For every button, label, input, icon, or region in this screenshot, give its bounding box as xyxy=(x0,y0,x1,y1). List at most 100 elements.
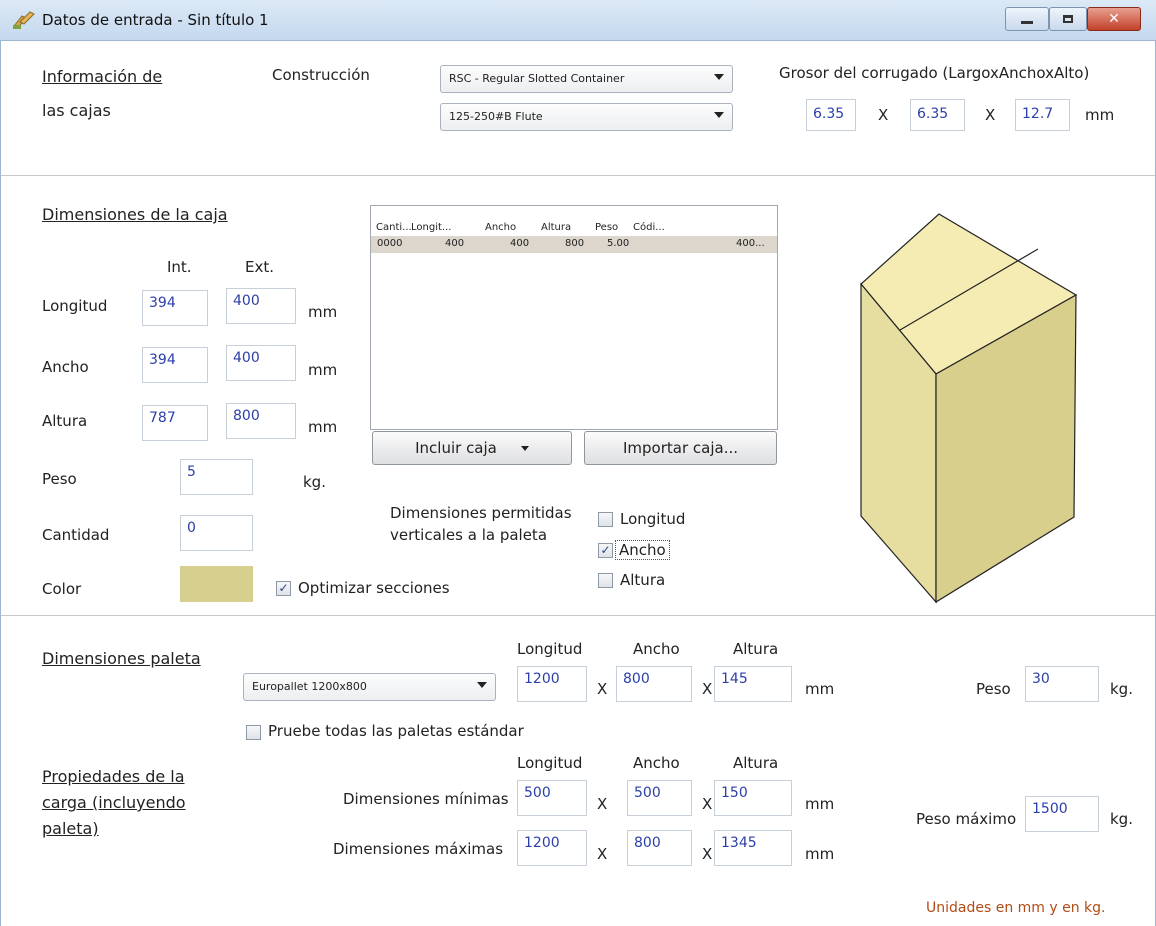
width-unit: mm xyxy=(308,361,338,379)
box-list-header: Canti... Longit... Ancho Altura Peso Cód… xyxy=(371,206,777,236)
max-length-input[interactable]: 1200 xyxy=(517,830,587,866)
col-header[interactable]: Ancho xyxy=(485,222,516,233)
thickness-width-input[interactable]: 6.35 xyxy=(910,99,965,131)
thickness-height-input[interactable]: 12.7 xyxy=(1015,99,1070,131)
cell: 400 xyxy=(445,238,465,249)
vertical-width-checkbox[interactable]: ✓ xyxy=(598,543,613,558)
chevron-down-icon xyxy=(520,445,529,451)
x-sep: X xyxy=(702,680,713,698)
length-int-input[interactable]: 394 xyxy=(142,290,208,326)
thickness-length-input[interactable]: 6.35 xyxy=(806,99,856,131)
maximize-button[interactable] xyxy=(1049,7,1087,31)
maximize-icon xyxy=(1063,15,1073,23)
x-sep: X xyxy=(985,106,996,124)
height-ext-input[interactable]: 800 xyxy=(226,403,296,439)
length-ext-input[interactable]: 400 xyxy=(226,288,296,324)
thickness-unit: mm xyxy=(1085,106,1115,124)
col-header[interactable]: Longit... xyxy=(411,222,451,233)
x-sep: X xyxy=(702,795,713,813)
minimize-icon xyxy=(1021,20,1033,24)
try-all-pallets-checkbox[interactable] xyxy=(246,725,261,740)
minimize-button[interactable] xyxy=(1005,7,1049,31)
x-sep: X xyxy=(702,845,713,863)
length-unit: mm xyxy=(308,303,338,321)
include-box-label: Incluir caja xyxy=(415,439,497,457)
load-heading-line1: Propiedades de la xyxy=(42,767,185,786)
close-button[interactable]: ✕ xyxy=(1087,7,1141,31)
box-heading: Dimensiones de la caja xyxy=(42,205,228,224)
x-sep: X xyxy=(597,795,608,813)
load-heading-line3: paleta) xyxy=(42,819,99,838)
include-box-button[interactable]: Incluir caja xyxy=(372,431,572,465)
cell: 5.00 xyxy=(607,238,630,249)
flute-select[interactable]: 125-250#B Flute xyxy=(440,103,733,131)
width-int-input[interactable]: 394 xyxy=(142,347,208,383)
load-col-length: Longitud xyxy=(517,754,583,772)
max-weight-input[interactable]: 1500 xyxy=(1025,796,1099,832)
qty-label: Cantidad xyxy=(42,526,110,544)
pallet-length-input[interactable]: 1200 xyxy=(517,666,587,702)
table-row[interactable]: 0000 400 400 800 5.00 400... xyxy=(371,236,777,253)
max-unit: mm xyxy=(805,845,835,863)
pallet-width-input[interactable]: 800 xyxy=(616,666,692,702)
min-height-input[interactable]: 150 xyxy=(714,780,792,816)
load-col-height: Altura xyxy=(733,754,779,772)
vertical-width-label: Ancho xyxy=(615,540,670,560)
color-swatch[interactable] xyxy=(180,566,253,602)
col-header[interactable]: Altura xyxy=(541,222,571,233)
pallet-weight-label: Peso xyxy=(976,680,1011,698)
chevron-down-icon xyxy=(714,112,724,118)
info-heading-line2: las cajas xyxy=(42,101,111,120)
pallet-col-length: Longitud xyxy=(517,640,583,658)
pallet-select[interactable]: Europallet 1200x800 xyxy=(243,673,496,701)
x-sep: X xyxy=(597,680,608,698)
max-height-input[interactable]: 1345 xyxy=(714,830,792,866)
max-weight-label: Peso máximo xyxy=(916,810,1017,828)
pallet-height-input[interactable]: 145 xyxy=(714,666,792,702)
min-length-input[interactable]: 500 xyxy=(517,780,587,816)
cell: 400 xyxy=(510,238,530,249)
height-int-input[interactable]: 787 xyxy=(142,405,208,441)
optimize-checkbox[interactable]: ✓ xyxy=(276,581,291,596)
max-dims-label: Dimensiones máximas xyxy=(333,840,504,858)
width-ext-input[interactable]: 400 xyxy=(226,345,296,381)
min-unit: mm xyxy=(805,795,835,813)
vertical-label-line1: Dimensiones permitidas xyxy=(390,504,572,522)
vertical-height-label: Altura xyxy=(620,571,666,589)
vertical-label-line2: verticales a la paleta xyxy=(390,526,548,544)
info-heading-line1: Información de xyxy=(42,67,163,86)
height-label: Altura xyxy=(42,412,88,430)
box-list[interactable]: Canti... Longit... Ancho Altura Peso Cód… xyxy=(370,205,778,430)
vertical-height-checkbox[interactable] xyxy=(598,573,613,588)
max-width-input[interactable]: 800 xyxy=(627,830,692,866)
weight-input[interactable]: 5 xyxy=(180,459,253,495)
import-box-button[interactable]: Importar caja... xyxy=(584,431,777,465)
pallet-col-width: Ancho xyxy=(633,640,680,658)
width-label: Ancho xyxy=(42,358,89,376)
ext-label: Ext. xyxy=(245,258,275,276)
box-preview xyxy=(860,213,1078,604)
thickness-label: Grosor del corrugado (LargoxAnchoxAlto) xyxy=(779,64,1090,82)
title-bar: Datos de entrada - Sin título 1 ✕ xyxy=(0,0,1156,41)
length-label: Longitud xyxy=(42,297,108,315)
max-weight-unit: kg. xyxy=(1110,810,1133,828)
cell: 0000 xyxy=(377,238,403,249)
pallet-weight-input[interactable]: 30 xyxy=(1025,666,1099,702)
pallet-unit: mm xyxy=(805,680,835,698)
divider xyxy=(0,615,1156,616)
pallet-weight-unit: kg. xyxy=(1110,680,1133,698)
qty-input[interactable]: 0 xyxy=(180,515,253,551)
try-all-pallets-label: Pruebe todas las paletas estándar xyxy=(268,722,524,740)
construction-select[interactable]: RSC - Regular Slotted Container xyxy=(440,65,733,93)
x-sep: X xyxy=(878,106,889,124)
col-header[interactable]: Peso xyxy=(595,222,618,233)
vertical-length-label: Longitud xyxy=(620,510,686,528)
boxes-icon xyxy=(13,11,35,29)
vertical-length-checkbox[interactable] xyxy=(598,512,613,527)
flute-value: 125-250#B Flute xyxy=(449,110,543,123)
chevron-down-icon xyxy=(477,682,487,688)
col-header[interactable]: Canti... xyxy=(376,222,412,233)
cell: 800 xyxy=(565,238,585,249)
col-header[interactable]: Códi... xyxy=(633,222,665,233)
min-width-input[interactable]: 500 xyxy=(627,780,692,816)
